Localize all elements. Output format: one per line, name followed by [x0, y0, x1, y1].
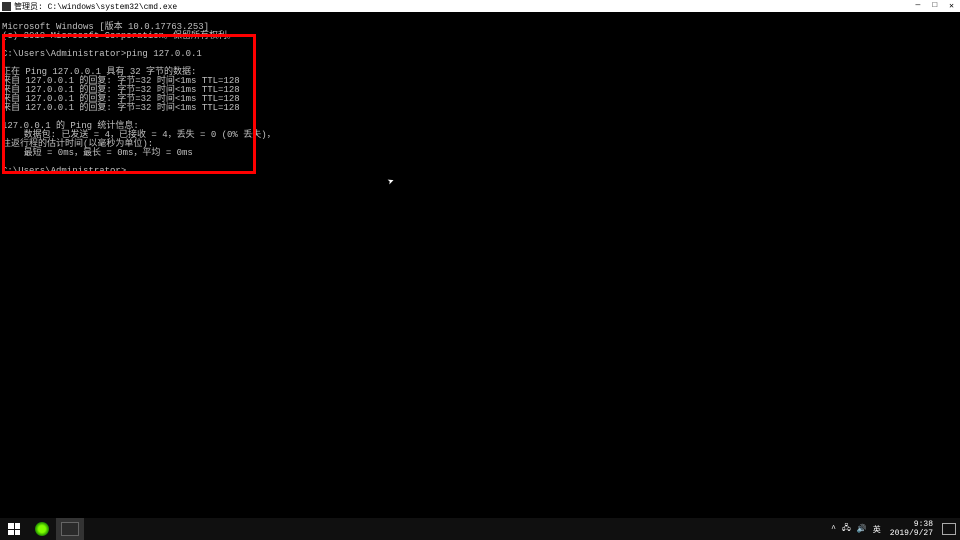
taskbar-left-group — [0, 518, 84, 540]
minimize-button[interactable]: — — [916, 1, 921, 11]
tray-overflow-icon[interactable]: ^ — [831, 525, 836, 534]
taskbar-app-cmd[interactable] — [56, 518, 84, 540]
volume-icon[interactable]: 🔊 — [857, 524, 867, 534]
cmd-window-icon — [2, 2, 11, 11]
start-button[interactable] — [0, 518, 28, 540]
terminal-output[interactable]: Microsoft Windows [版本 10.0.17763.253] (c… — [0, 12, 960, 178]
copyright-line: (c) 2018 Microsoft Corporation。保留所有权利。 — [2, 31, 236, 41]
maximize-button[interactable]: □ — [932, 1, 937, 11]
taskbar-app-edge[interactable] — [28, 518, 56, 540]
network-icon[interactable]: 🖧 — [842, 522, 851, 536]
ping-reply-4: 来自 127.0.0.1 的回复: 字节=32 时间<1ms TTL=128 — [2, 103, 240, 113]
clock-time: 9:38 — [890, 520, 933, 529]
notifications-icon[interactable] — [942, 523, 956, 535]
clock-date: 2019/9/27 — [890, 529, 933, 538]
window-title: 管理员: C:\windows\system32\cmd.exe — [14, 1, 916, 12]
system-tray: ^ 🖧 🔊 英 9:38 2019/9/27 — [831, 518, 960, 540]
taskbar[interactable]: ^ 🖧 🔊 英 9:38 2019/9/27 — [0, 518, 960, 540]
ime-indicator[interactable]: 英 — [873, 524, 881, 535]
window-controls: — □ ✕ — [916, 1, 958, 11]
prompt-current: C:\Users\Administrator> — [2, 166, 132, 176]
prompt-ping-command: C:\Users\Administrator>ping 127.0.0.1 — [2, 49, 202, 59]
clock[interactable]: 9:38 2019/9/27 — [887, 520, 936, 538]
rtt-values: 最短 = 0ms，最长 = 0ms，平均 = 0ms — [2, 148, 193, 158]
windows-logo-icon — [8, 523, 20, 535]
cmd-icon — [61, 522, 79, 536]
close-button[interactable]: ✕ — [949, 1, 954, 11]
window-titlebar[interactable]: 管理员: C:\windows\system32\cmd.exe — □ ✕ — [0, 0, 960, 12]
edge-icon — [35, 522, 49, 536]
